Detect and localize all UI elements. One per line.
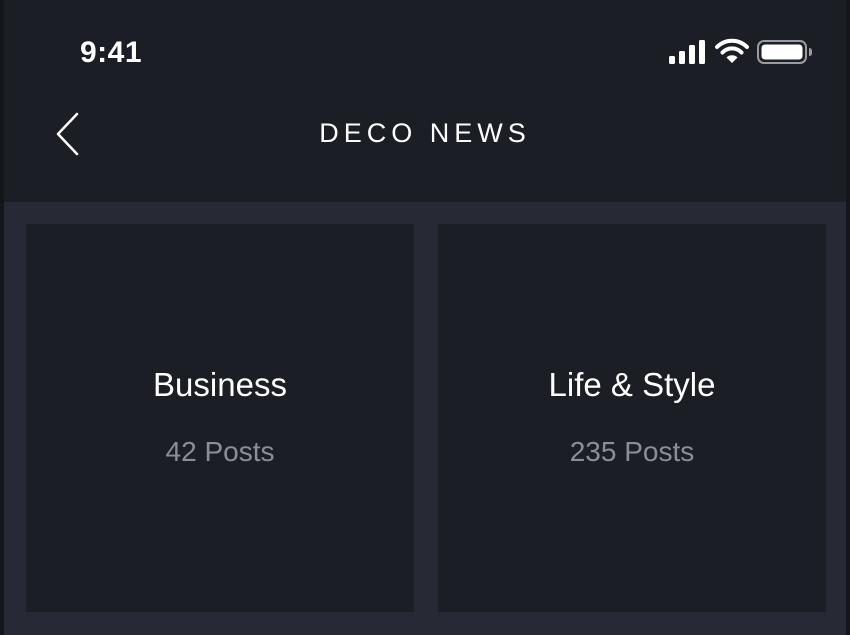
signal-icon — [669, 40, 705, 64]
category-card-life-style[interactable]: Life & Style 235 Posts — [438, 224, 826, 612]
category-post-count: 42 Posts — [165, 436, 275, 467]
category-title: Life & Style — [548, 366, 716, 403]
wifi-icon — [715, 38, 749, 63]
category-title: Business — [153, 366, 287, 403]
category-card-business[interactable]: Business 42 Posts — [26, 224, 414, 612]
category-post-count: 235 Posts — [569, 436, 695, 467]
app-screen: 9:41 DECO NEWS Business 42 Posts Life & … — [4, 0, 846, 635]
battery-icon — [757, 40, 812, 64]
category-grid: Business 42 Posts Life & Style 235 Posts — [4, 202, 846, 635]
page-title: DECO NEWS — [319, 118, 531, 148]
header: 9:41 DECO NEWS — [4, 0, 846, 202]
status-time: 9:41 — [80, 36, 143, 69]
navigation-bar: DECO NEWS — [4, 100, 846, 202]
status-bar: 9:41 — [4, 0, 846, 100]
